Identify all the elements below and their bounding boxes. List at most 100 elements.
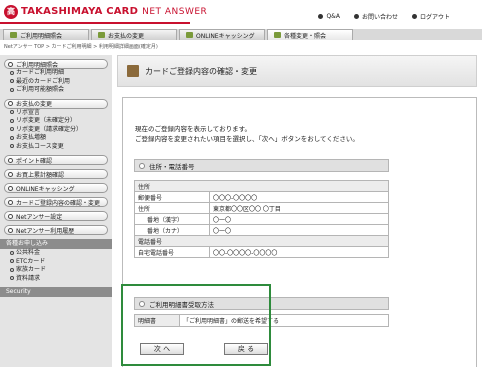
page-title: カードご登録内容の確認・変更 [145, 67, 257, 76]
bullet-icon [10, 276, 14, 280]
sidebar-subitem[interactable]: リボ宣言 [10, 109, 112, 118]
bullet-icon [353, 14, 359, 19]
sidebar-subitem-label: ETCカード [16, 257, 46, 265]
qa-label: Q&A [326, 13, 340, 20]
sidebar-heading-applications: 各種お申し込み [0, 239, 112, 249]
bullet-icon [10, 259, 14, 263]
main-tabs: ご利用明細照会 お支払の変更 ONLINEキャッシング 各種変更・照会 [0, 29, 482, 40]
sidebar-subitem[interactable]: 家族カード [10, 266, 112, 275]
logout-link[interactable]: ログアウト [411, 12, 450, 21]
sidebar-subitem-label: ご利用可能額照会 [16, 86, 65, 93]
bullet-icon [10, 250, 14, 255]
tab-label: ONLINEキャッシング [196, 32, 255, 40]
tab-payment-change[interactable]: お支払の変更 [91, 29, 177, 40]
home-phone-value: 〇〇-〇〇〇〇-〇〇〇〇 [209, 246, 389, 258]
top-links: Q&A お問い合わせ ログアウト [318, 12, 450, 21]
bullet-icon [10, 135, 14, 140]
postal-value: 〇〇〇-〇〇〇〇 [209, 191, 389, 203]
logo-icon: 高 [4, 5, 18, 19]
sidebar-subitem[interactable]: お支払コース変更 [10, 143, 112, 152]
sidebar-item-label: ポイント確認 [16, 157, 53, 165]
banchi-kanji-label: 番地（漢字） [134, 213, 210, 225]
address-label: 住所 [134, 202, 210, 214]
circle-icon [8, 61, 13, 67]
sidebar-subitem[interactable]: リボ変更（請求確定分） [10, 126, 112, 135]
tab-statements[interactable]: ご利用明細照会 [3, 29, 89, 40]
sidebar-item-label: お支払の変更 [16, 101, 53, 108]
sidebar-item-payment[interactable]: お支払の変更 [4, 98, 108, 109]
sidebar-item-online-cashing[interactable]: ONLINEキャッシング [4, 183, 108, 193]
sidebar-item-label: Netアンサー利用履歴 [16, 227, 75, 235]
sidebar-item-label: ご利用明細照会 [16, 61, 59, 69]
sidebar-item-label: カードご登録内容の確認・変更 [16, 199, 101, 207]
tab-icon [274, 32, 281, 38]
circle-icon [8, 101, 13, 106]
bullet-icon [10, 79, 14, 83]
sidebar-sublist: カードご利用明細 最近のカードご利用 ご利用可能額照会 [10, 69, 112, 95]
sidebar-subitem-label: 家族カード [16, 266, 47, 273]
header: 高 TAKASHIMAYA CARD NET ANSWER Q&A お問い合わせ … [0, 0, 482, 29]
banchi-kana-label: 番地（カナ） [134, 224, 210, 236]
bullet-icon [10, 87, 14, 92]
sidebar-subitem-label: 最近のカードご利用 [16, 77, 71, 85]
qa-link[interactable]: Q&A [318, 12, 340, 21]
phone-header: 電話番号 [134, 235, 389, 247]
address-table: 住所 郵便番号 〇〇〇-〇〇〇〇 住所 東京都〇〇区〇〇 〇丁目 番地（漢字） 〇一〇… [134, 180, 389, 258]
sidebar-subitem[interactable]: 公共料金 [10, 249, 112, 258]
tab-icon [98, 32, 105, 38]
home-phone-label: 自宅電話番号 [134, 246, 210, 258]
sidebar-sublist: リボ宣言 リボ変更（未確定分） リボ変更（請求確定分） お支払増額 お支払コース… [10, 109, 112, 152]
logout-label: ログアウト [419, 14, 450, 21]
sidebar-subitem-label: カードご利用明細 [16, 69, 65, 76]
sidebar-item-label: お買上累計額確認 [16, 171, 65, 179]
bullet-icon [10, 70, 14, 75]
sidebar-item-netanswer-settings[interactable]: Netアンサー設定 [4, 211, 108, 221]
sidebar-heading-security: Security [0, 287, 112, 297]
sidebar-subitem[interactable]: 最近のカードご利用 [10, 78, 112, 87]
contact-link[interactable]: お問い合わせ [353, 12, 398, 21]
breadcrumb: Netアンサー TOP > カードご利用明細 > 利用明細詳細画面(確定月) [4, 44, 158, 50]
highlight-box [121, 284, 271, 366]
sidebar-item-points[interactable]: ポイント確認 [4, 155, 108, 165]
sidebar-item-purchase-total[interactable]: お買上累計額確認 [4, 169, 108, 179]
tab-icon [10, 32, 17, 38]
circle-icon [8, 199, 13, 205]
sidebar-subitem-label: お支払増額 [16, 134, 47, 141]
instructions: 現在のご登録内容を表示しております。 ご登録内容を変更されたい項目を選択し、「次… [135, 124, 359, 144]
sidebar-subitem[interactable]: お支払増額 [10, 134, 112, 143]
bullet-icon [10, 118, 14, 123]
sidebar-subitem-label: リボ変更（請求確定分） [16, 125, 83, 133]
tab-label: 各種変更・照会 [284, 32, 327, 40]
sidebar-subitem[interactable]: 資料請求 [10, 275, 112, 284]
address-value: 東京都〇〇区〇〇 〇丁目 [209, 202, 389, 214]
brand-name: TAKASHIMAYA CARD [21, 6, 139, 17]
circle-icon [8, 171, 13, 177]
postal-label: 郵便番号 [134, 191, 210, 203]
page-title-bar: カードご登録内容の確認・変更 [117, 55, 477, 87]
sidebar-subitem-label: お支払コース変更 [16, 142, 64, 150]
tab-settings[interactable]: 各種変更・照会 [267, 29, 353, 40]
section-title: 住所・電話番号 [149, 162, 195, 171]
sidebar-item-netanswer-history[interactable]: Netアンサー利用履歴 [4, 225, 108, 235]
address-phone-option[interactable]: 住所・電話番号 [134, 159, 389, 172]
bullet-icon [10, 127, 14, 131]
tab-label: ご利用明細照会 [20, 32, 63, 40]
banchi-kana-value: 〇一〇 [209, 224, 389, 236]
sidebar-subitem[interactable]: リボ変更（未確定分） [10, 117, 112, 126]
tab-icon [186, 32, 193, 38]
sidebar-subitem[interactable]: カードご利用明細 [10, 69, 112, 78]
bullet-icon [318, 14, 324, 19]
card-icon [127, 65, 139, 77]
sidebar-subitem[interactable]: ご利用可能額照会 [10, 86, 112, 95]
sidebar-subitem[interactable]: ETCカード [10, 258, 112, 267]
sidebar: ご利用明細照会 カードご利用明細 最近のカードご利用 ご利用可能額照会 お支払の… [0, 55, 112, 367]
tab-online-cashing[interactable]: ONLINEキャッシング [179, 29, 265, 40]
logo[interactable]: TAKASHIMAYA CARD NET ANSWER [21, 6, 207, 17]
tab-label: お支払の変更 [108, 32, 145, 40]
sidebar-item-statements[interactable]: ご利用明細照会 [4, 59, 108, 69]
sidebar-item-card-registration[interactable]: カードご登録内容の確認・変更 [4, 197, 108, 207]
radio-icon[interactable] [139, 162, 145, 169]
circle-icon [8, 227, 13, 233]
sidebar-item-label: ONLINEキャッシング [16, 185, 75, 193]
circle-icon [8, 157, 13, 163]
